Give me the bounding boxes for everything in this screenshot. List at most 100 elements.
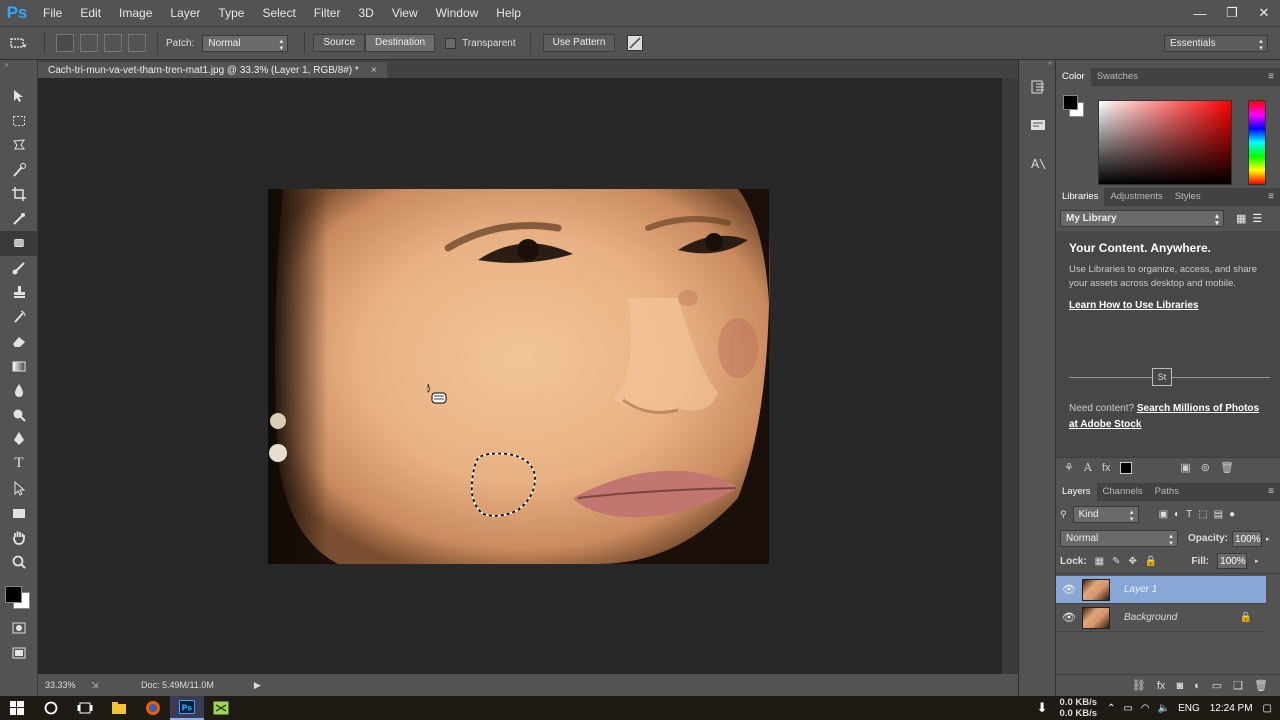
tab-color[interactable]: Color	[1056, 68, 1091, 86]
battery-icon[interactable]: ▭	[1123, 703, 1132, 714]
menu-file[interactable]: File	[34, 0, 71, 26]
add-selection-icon[interactable]	[80, 34, 98, 52]
layer-visibility-eye-icon[interactable]: 👁	[1056, 611, 1082, 624]
character-panel-icon[interactable]: A	[1019, 144, 1057, 182]
volume-icon[interactable]: 🔈	[1158, 703, 1170, 714]
lock-transparent-icon[interactable]: ▦	[1095, 556, 1104, 567]
history-brush-tool-icon[interactable]	[0, 305, 38, 330]
source-button[interactable]: Source	[313, 34, 366, 52]
intersect-selection-icon[interactable]	[128, 34, 146, 52]
brush-tool-icon[interactable]	[0, 256, 38, 281]
menu-help[interactable]: Help	[487, 0, 530, 26]
type-tool-icon[interactable]: T	[0, 452, 38, 477]
pen-tool-icon[interactable]	[0, 427, 38, 452]
opacity-dropdown-icon[interactable]: ▸	[1266, 535, 1270, 543]
document-tab[interactable]: Cach-tri-mun-va-vet-tham-tren-mat1.jpg @…	[38, 61, 387, 80]
quick-selection-tool-icon[interactable]	[0, 158, 38, 183]
crop-tool-icon[interactable]	[0, 182, 38, 207]
menu-type[interactable]: Type	[209, 0, 253, 26]
lock-image-icon[interactable]: ✎	[1112, 556, 1120, 567]
new-layer-icon[interactable]: ❏	[1233, 679, 1243, 692]
task-view-icon[interactable]	[68, 696, 102, 720]
menu-edit[interactable]: Edit	[71, 0, 110, 26]
workspace-select[interactable]: Essentials	[1164, 34, 1268, 52]
zoom-tool-icon[interactable]	[0, 550, 38, 575]
add-graphic-icon[interactable]: ⚘	[1064, 461, 1074, 474]
menu-image[interactable]: Image	[110, 0, 161, 26]
patch-mode-select[interactable]: Normal	[202, 34, 289, 52]
close-tab-icon[interactable]: ×	[371, 65, 377, 76]
panel-fg-swatch[interactable]	[1063, 95, 1078, 110]
layers-panel-menu-icon[interactable]: ≡	[1262, 483, 1280, 501]
menu-filter[interactable]: Filter	[305, 0, 350, 26]
export-icon[interactable]: ⇲	[91, 680, 141, 691]
clock[interactable]: 12:24 PM	[1210, 703, 1253, 714]
menu-3d[interactable]: 3D	[349, 0, 382, 26]
filter-adjustment-icon[interactable]: ◐	[1174, 509, 1180, 520]
layer-visibility-eye-icon[interactable]: 👁	[1056, 583, 1082, 596]
cortana-search-icon[interactable]	[34, 696, 68, 720]
dodge-tool-icon[interactable]	[0, 403, 38, 428]
color-panel-menu-icon[interactable]: ≡	[1262, 68, 1280, 86]
move-tool-icon[interactable]	[0, 84, 38, 109]
opacity-input[interactable]: 100%	[1232, 530, 1263, 547]
blur-tool-icon[interactable]	[0, 378, 38, 403]
layer-row-background[interactable]: 👁 Background 🔒	[1056, 604, 1266, 632]
menu-select[interactable]: Select	[253, 0, 304, 26]
blend-mode-select[interactable]: Normal	[1060, 530, 1178, 547]
patch-tool-preset-icon[interactable]: ▾	[0, 36, 36, 50]
hand-tool-icon[interactable]	[0, 525, 38, 550]
rectangle-tool-icon[interactable]	[0, 501, 38, 526]
transparent-checkbox[interactable]	[445, 37, 457, 49]
menu-window[interactable]: Window	[427, 0, 488, 26]
file-explorer-icon[interactable]	[102, 696, 136, 720]
list-view-icon[interactable]: ☰	[1252, 212, 1262, 225]
language-indicator[interactable]: ENG	[1178, 703, 1200, 714]
eraser-tool-icon[interactable]	[0, 329, 38, 354]
firefox-icon[interactable]	[136, 696, 170, 720]
library-select[interactable]: My Library	[1060, 210, 1224, 227]
close-button[interactable]: ✕	[1248, 0, 1280, 26]
new-adjustment-layer-icon[interactable]: ◐	[1194, 680, 1201, 692]
download-arrow-icon[interactable]: ⬇	[1037, 700, 1048, 716]
history-panel-icon[interactable]	[1019, 68, 1057, 106]
notifications-icon[interactable]: ▢	[1263, 703, 1272, 714]
filter-pixel-icon[interactable]: ▣	[1159, 509, 1168, 520]
filter-toggle-icon[interactable]: ●	[1229, 509, 1235, 520]
delete-layer-icon[interactable]: 🗑	[1254, 679, 1268, 692]
photo-canvas[interactable]	[38, 78, 1002, 674]
patch-tool-icon[interactable]	[0, 231, 38, 256]
strip-collapse-icon[interactable]: «	[1019, 60, 1055, 68]
canvas-area[interactable]	[38, 78, 1002, 674]
properties-panel-icon[interactable]	[1019, 106, 1057, 144]
gradient-tool-icon[interactable]	[0, 354, 38, 379]
add-layer-style-icon[interactable]: fx	[1102, 462, 1111, 474]
fill-input[interactable]: 100%	[1217, 553, 1248, 569]
status-arrow-icon[interactable]: ▶	[254, 680, 261, 691]
foreground-color-swatch[interactable]	[5, 586, 22, 603]
windows-start-icon[interactable]	[0, 696, 34, 720]
photoshop-taskbar-icon[interactable]: Ps	[170, 696, 204, 720]
add-layer-style-fx-icon[interactable]: fx	[1157, 680, 1166, 692]
marquee-tool-icon[interactable]	[0, 109, 38, 134]
lock-position-icon[interactable]: ✥	[1129, 556, 1137, 567]
add-character-style-icon[interactable]: A	[1084, 461, 1092, 474]
layer-row-layer-1[interactable]: 👁 Layer 1	[1056, 576, 1266, 604]
lock-all-icon[interactable]: 🔒	[1145, 556, 1157, 567]
grid-view-icon[interactable]: ▦	[1236, 212, 1246, 225]
tab-paths[interactable]: Paths	[1149, 483, 1185, 501]
new-selection-icon[interactable]	[56, 34, 74, 52]
menu-view[interactable]: View	[383, 0, 427, 26]
tray-chevron-icon[interactable]: ⌃	[1107, 703, 1115, 714]
quick-mask-icon[interactable]	[0, 616, 38, 641]
layer-name[interactable]: Background	[1124, 612, 1177, 623]
lasso-tool-icon[interactable]	[0, 133, 38, 158]
layer-name[interactable]: Layer 1	[1124, 584, 1157, 595]
wifi-icon[interactable]: ◠	[1141, 703, 1150, 714]
add-mask-icon[interactable]: ◙	[1176, 680, 1183, 692]
color-swatches[interactable]	[0, 586, 37, 616]
library-trash-icon[interactable]: 🗑	[1220, 461, 1234, 474]
filter-shape-icon[interactable]: ⬚	[1198, 509, 1207, 520]
layer-filter-kind[interactable]: Kind	[1072, 506, 1139, 523]
fill-dropdown-icon[interactable]: ▸	[1255, 557, 1259, 565]
